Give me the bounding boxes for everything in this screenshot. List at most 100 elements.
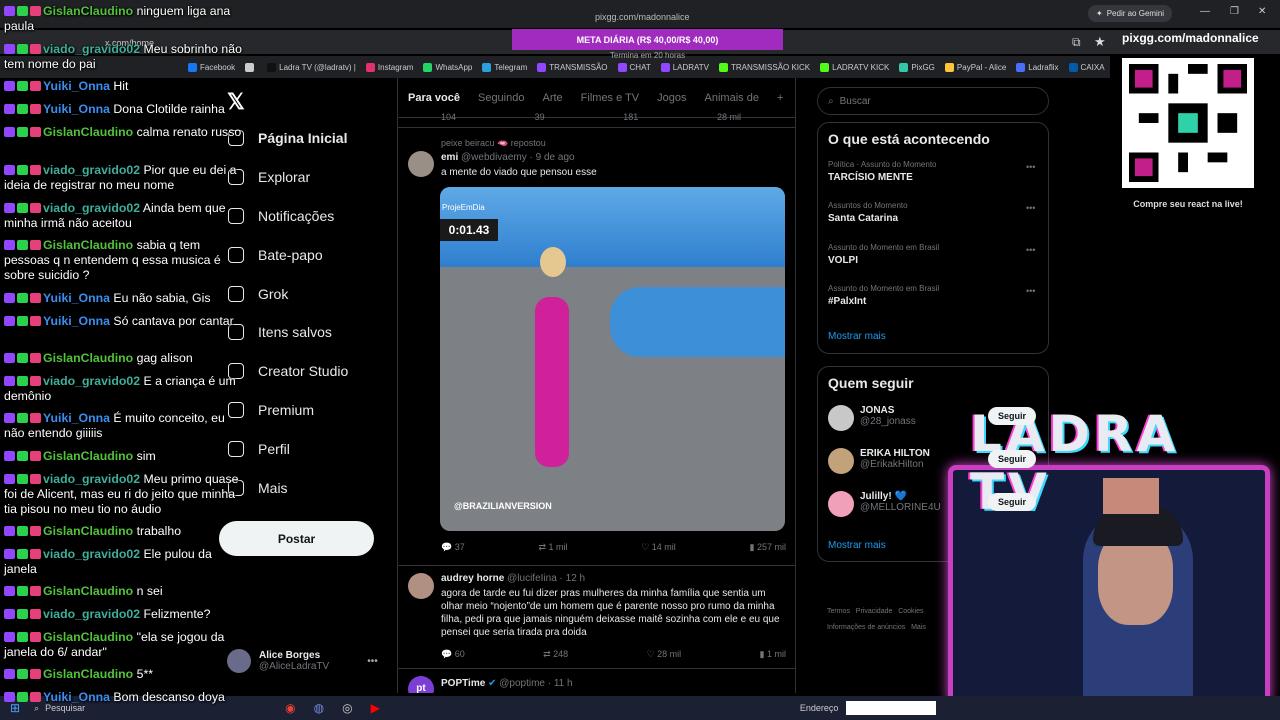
reply-button[interactable]: 💬 37 [441,542,465,553]
cast-icon[interactable]: ⧉ [1072,35,1081,50]
tab-item[interactable]: Filmes e TV [581,92,639,104]
avatar[interactable] [828,448,854,474]
bookmark-item[interactable]: CHAT [617,62,651,72]
chrome-icon[interactable]: ◉ [285,701,295,715]
tab-item[interactable]: Para você [408,92,460,104]
follow-button[interactable]: Seguir [988,407,1037,425]
chat-username[interactable]: viado_gravido02 [43,163,140,177]
avatar[interactable] [828,405,854,431]
address-toolbar-input[interactable] [846,701,937,715]
views-button[interactable]: ▮ 257 mil [750,542,786,553]
repost-button[interactable]: ⇄ 1 mil [538,542,567,553]
avatar[interactable] [828,491,854,517]
chat-username[interactable]: GislanClaudino [43,630,133,644]
chat-username[interactable]: GislanClaudino [43,584,133,598]
add-tab-icon[interactable]: + [777,92,783,104]
stat-likes[interactable]: 181 [623,112,638,122]
chat-username[interactable]: Yuiki_Onna [43,411,110,425]
post-author[interactable]: emi [441,152,458,163]
avatar[interactable] [408,573,434,599]
avatar[interactable] [408,151,434,177]
chat-username[interactable]: Yuiki_Onna [43,314,110,328]
chat-username[interactable]: Yuiki_Onna [43,79,110,93]
chat-username[interactable]: GislanClaudino [43,238,133,252]
post-card[interactable]: pt POPTime ✔ @poptime · 11 h [398,668,795,693]
bookmark-item[interactable]: PayPal - Alice [944,62,1006,72]
tab-item[interactable]: Seguindo [478,92,525,104]
chat-username[interactable]: viado_gravido02 [43,472,140,486]
more-dots-icon[interactable]: ••• [1026,245,1035,255]
like-button[interactable]: ♡ 28 mil [647,649,682,660]
post-author[interactable]: audrey horne [441,573,504,584]
chat-message: viado_gravido02 Pior que eu dei a ideia … [4,163,248,193]
tab-item[interactable]: Arte [542,92,562,104]
trend-item[interactable]: Política · Assunto do Momento TARCÍSIO ME… [828,160,937,183]
bookmark-item[interactable]: CAIXA [1068,62,1105,72]
chat-username[interactable]: viado_gravido02 [43,201,140,215]
chat-badge-icon [4,165,15,175]
trend-item[interactable]: Assunto do Momento em Brasil #PalxInt [828,284,939,307]
avatar[interactable]: pt [408,676,434,693]
bookmark-star-icon[interactable]: ★ [1094,34,1106,50]
post-author[interactable]: POPTime [441,678,485,689]
bookmark-item[interactable]: Telegram [482,62,527,72]
stat-replies[interactable]: 104 [441,112,456,122]
trend-item[interactable]: Assuntos do Momento Santa Catarina [828,201,908,224]
bookmark-item[interactable]: TRANSMISSÃO [537,62,608,72]
youtube-icon[interactable]: ▶ [371,701,380,715]
more-dots-icon[interactable]: ••• [367,656,378,667]
chat-username[interactable]: GislanClaudino [43,667,133,681]
close-icon[interactable]: ✕ [1258,6,1266,17]
chat-username[interactable]: GislanClaudino [43,449,133,463]
chat-username[interactable]: GislanClaudino [43,125,133,139]
chat-username[interactable]: viado_gravido02 [43,547,140,561]
bookmark-item[interactable]: Ladra TV (@ladratv) | [267,62,356,72]
follow-suggestion[interactable]: JONAS @28_jonass [828,405,916,431]
bookmark-item[interactable]: Instagram [365,62,413,72]
chat-message: viado_gravido02 E a criança é um demônio [4,374,248,404]
more-dots-icon[interactable]: ••• [1026,286,1035,296]
chat-username[interactable]: viado_gravido02 [43,607,140,621]
bookmark-item[interactable]: Ladraflix [1016,62,1059,72]
follow-button[interactable]: Seguir [988,493,1037,511]
bookmark-item[interactable]: TRANSMISSÃO KICK [719,62,810,72]
post-card[interactable]: audrey horne @lucifeIina · 12 h agora de… [398,565,795,668]
chat-username[interactable]: Yuiki_Onna [43,690,110,704]
chat-username[interactable]: GislanClaudino [43,524,133,538]
gemini-button[interactable]: ✦ Pedir ao Gemini [1088,5,1173,22]
chat-username[interactable]: Yuiki_Onna [43,102,110,116]
window-url[interactable]: pixgg.com/madonnalice [595,12,690,22]
follow-button[interactable]: Seguir [988,450,1037,468]
discord-icon[interactable]: ◍ [314,701,324,715]
stat-views[interactable]: 28 mil [717,112,741,122]
bookmark-item[interactable]: PixGG [899,62,935,72]
more-dots-icon[interactable]: ••• [1026,203,1035,213]
chat-username[interactable]: GislanClaudino [43,4,133,18]
minimize-icon[interactable]: — [1200,6,1210,17]
chat-username[interactable]: Yuiki_Onna [43,291,110,305]
stat-reposts[interactable]: 39 [535,112,545,122]
chat-username[interactable]: viado_gravido02 [43,374,140,388]
obs-icon[interactable]: ◎ [342,701,352,715]
search-input[interactable]: ⌕ Buscar [817,87,1049,115]
bookmark-item[interactable]: LADRATV KICK [820,62,889,72]
tab-item[interactable]: Jogos [657,92,686,104]
reply-button[interactable]: 💬 60 [441,649,465,660]
repost-button[interactable]: ⇄ 248 [543,649,568,660]
show-more-trends[interactable]: Mostrar mais [828,331,886,342]
views-button[interactable]: ▮ 1 mil [760,649,786,660]
follow-suggestion[interactable]: Julilly! 💙 @MELLORINE4U [828,491,941,517]
bookmark-item[interactable]: LADRATV [660,62,709,72]
restore-icon[interactable]: ❐ [1230,6,1239,17]
trend-item[interactable]: Assunto do Momento em Brasil VOLPI [828,243,939,266]
follow-suggestion[interactable]: ERIKA HILTON @ErikakHilton [828,448,930,474]
more-dots-icon[interactable]: ••• [1026,162,1035,172]
post-video[interactable]: ProjeEmDia 0:01.43 @BRAZILIANVERSION [440,187,785,531]
show-more-follow[interactable]: Mostrar mais [828,540,886,551]
chat-username[interactable]: viado_gravido02 [43,42,140,56]
chat-username[interactable]: GislanClaudino [43,351,133,365]
tab-item[interactable]: Animais de [705,92,759,104]
like-button[interactable]: ♡ 14 mil [641,542,676,553]
video-tag: ProjeEmDia [442,203,485,212]
bookmark-item[interactable]: WhatsApp [423,62,472,72]
